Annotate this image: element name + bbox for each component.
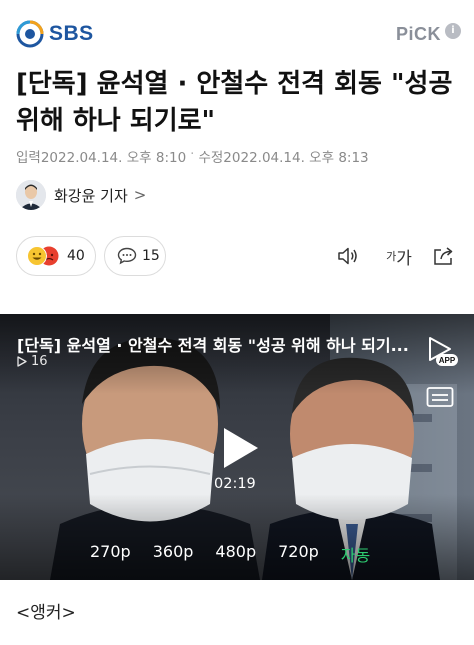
speaker-icon xyxy=(338,247,357,265)
font-size-button[interactable]: 가가 xyxy=(382,242,416,270)
app-play-icon: APP xyxy=(429,337,458,366)
video-views: 16 xyxy=(17,354,48,369)
article-dates: 입력2022.04.14. 오후 8:10 · 수정2022.04.14. 오후… xyxy=(16,146,369,166)
listen-button[interactable] xyxy=(334,242,362,270)
reaction-button[interactable]: 40 xyxy=(16,236,96,276)
quality-option-480p[interactable]: 480p xyxy=(215,542,256,566)
reporter-avatar xyxy=(16,180,46,210)
reaction-emojis xyxy=(27,245,61,267)
open-in-app-button[interactable]: APP xyxy=(424,334,458,368)
smile-emoji-icon xyxy=(27,246,47,266)
video-duration: 02:19 xyxy=(214,476,256,492)
subtitles-icon xyxy=(426,387,454,407)
top-bar: SBS PiCK i xyxy=(0,0,474,62)
play-icon xyxy=(224,428,258,468)
comment-icon xyxy=(117,247,137,265)
article-actions: 40 15 가가 xyxy=(16,236,458,276)
modified-date: 수정2022.04.14. 오후 8:13 xyxy=(198,150,369,166)
font-size-small-label: 가 xyxy=(386,250,397,263)
quality-option-720p[interactable]: 720p xyxy=(278,542,319,566)
reaction-count: 40 xyxy=(67,248,85,264)
app-badge-label: APP xyxy=(439,356,456,365)
share-icon xyxy=(434,247,453,265)
share-button[interactable] xyxy=(430,242,458,270)
article-body-first-line: <앵커> xyxy=(16,603,76,623)
font-size-large-label: 가 xyxy=(396,248,412,269)
reporter-name: 화강윤 기자 xyxy=(54,186,128,205)
date-separator: · xyxy=(190,146,195,162)
article-title: [단독] 윤석열 · 안철수 전격 회동 "성공 위해 하나 되기로" xyxy=(16,69,453,136)
quality-option-360p[interactable]: 360p xyxy=(153,542,194,566)
comment-count: 15 xyxy=(142,248,160,264)
comment-button[interactable]: 15 xyxy=(104,236,166,276)
sbs-logo[interactable]: SBS xyxy=(16,20,94,48)
quality-option-auto[interactable]: 자동 xyxy=(341,542,370,566)
video-title: [단독] 윤석열 · 안철수 전격 회동 "성공 위해 하나 되기... xyxy=(17,336,409,355)
video-bottom-gradient xyxy=(0,494,474,580)
play-count-icon xyxy=(17,356,27,367)
pick-button[interactable]: PiCK i xyxy=(396,22,462,45)
chevron-right-icon: > xyxy=(133,186,147,204)
video-view-count: 16 xyxy=(31,354,48,369)
quality-selector: 270p 360p 480p 720p 자동 xyxy=(90,542,370,566)
input-date: 입력2022.04.14. 오후 8:10 xyxy=(16,150,187,166)
sbs-logo-mark-icon xyxy=(16,20,44,48)
quality-option-270p[interactable]: 270p xyxy=(90,542,131,566)
reporter-byline[interactable]: 화강윤 기자 > xyxy=(16,180,146,210)
logo-text: SBS xyxy=(49,22,94,45)
play-button[interactable] xyxy=(220,426,260,470)
pick-label: PiCK xyxy=(396,24,442,44)
video-player[interactable]: [단독] 윤석열 · 안철수 전격 회동 "성공 위해 하나 되기... 16 … xyxy=(0,314,474,580)
info-icon: i xyxy=(445,22,462,39)
subtitles-button[interactable] xyxy=(426,386,454,408)
